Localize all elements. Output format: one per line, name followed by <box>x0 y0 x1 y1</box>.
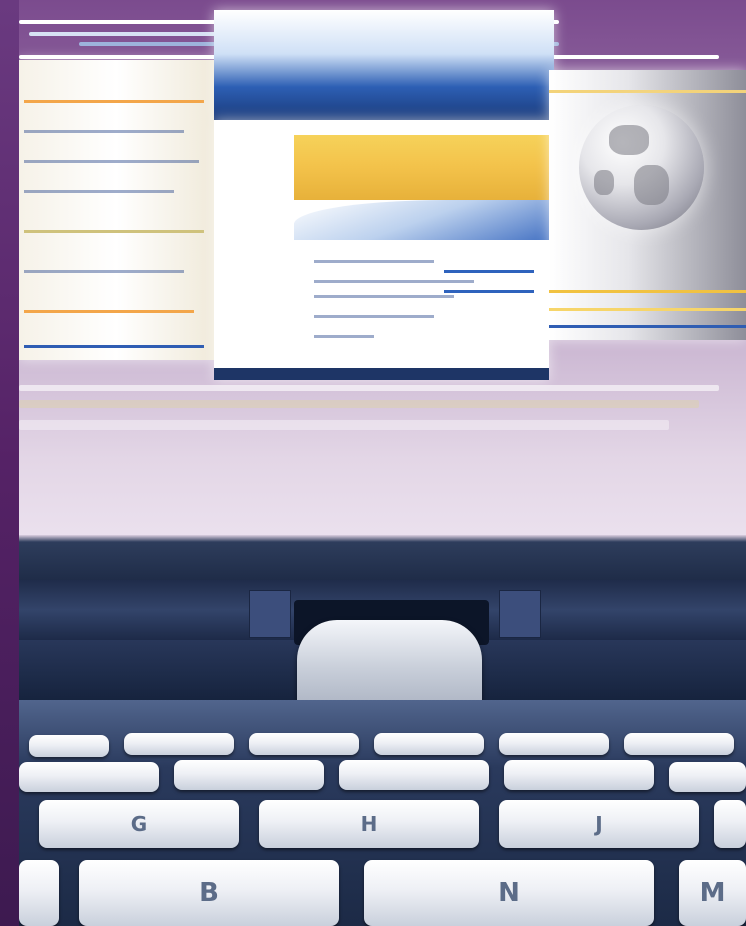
browser-windows-collage <box>19 0 746 540</box>
keyboard-key <box>504 760 654 790</box>
keyboard-key-g: G <box>39 800 239 848</box>
key-label: H <box>360 812 378 836</box>
keyboard-key <box>714 800 746 848</box>
keyboard-key-b: B <box>79 860 339 926</box>
keyboard-key-h: H <box>259 800 479 848</box>
keyboard-key <box>624 733 734 755</box>
left-border-strip <box>0 0 19 926</box>
reflection-streak <box>19 385 719 391</box>
key-label: B <box>199 878 219 908</box>
key-label: G <box>130 812 148 836</box>
keyboard-key <box>339 760 489 790</box>
keyboard-key <box>29 735 109 757</box>
keyboard-key <box>19 762 159 792</box>
keyboard-key <box>124 733 234 755</box>
keyboard-key <box>374 733 484 755</box>
reflection-streak <box>19 420 669 430</box>
globe-icon <box>579 105 704 230</box>
indicator-light <box>499 590 541 638</box>
reflection-streak <box>19 400 699 408</box>
keyboard-key-n: N <box>364 860 654 926</box>
indicator-light <box>249 590 291 638</box>
keyboard-key-j: J <box>499 800 699 848</box>
stock-photo: G H J B N M <box>19 0 746 926</box>
left-browser-window <box>19 60 214 360</box>
keyboard-key <box>174 760 324 790</box>
top-browser-window <box>214 10 554 120</box>
keyboard-key <box>499 733 609 755</box>
keyboard-key-m: M <box>679 860 746 926</box>
key-label: N <box>498 878 520 908</box>
keyboard-key <box>19 860 59 926</box>
keyboard-key <box>249 733 359 755</box>
key-label: M <box>699 878 726 908</box>
key-label: J <box>595 812 603 836</box>
center-browser-window <box>214 120 549 380</box>
keyboard-key <box>669 762 746 792</box>
